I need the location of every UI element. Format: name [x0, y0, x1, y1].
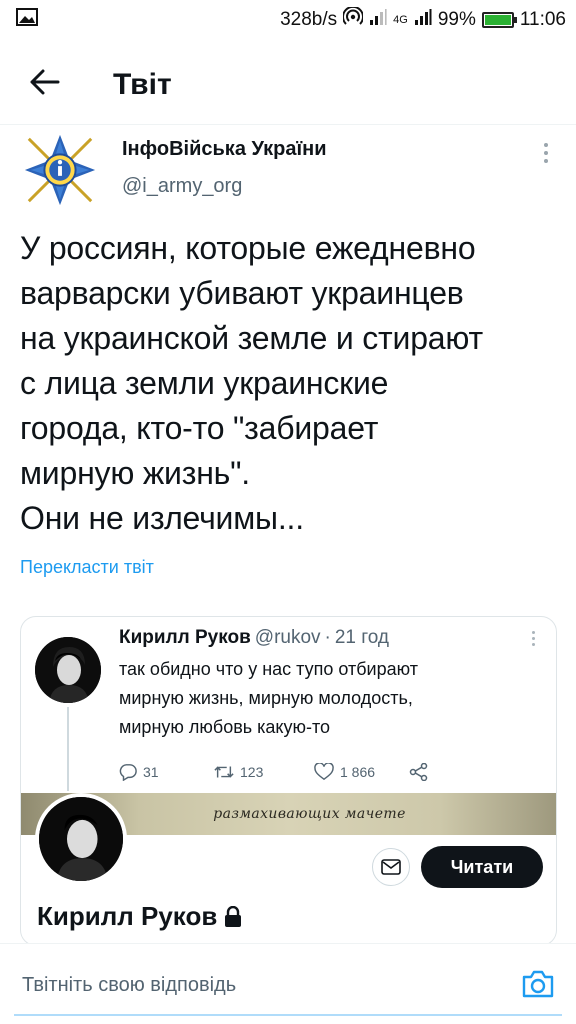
- battery-percent: 99%: [437, 9, 476, 30]
- profile-name: Кирилл Руков: [37, 901, 243, 932]
- author-handle: @i_army_org: [122, 175, 243, 197]
- camera-button[interactable]: [518, 964, 558, 1004]
- page-title: Твіт: [113, 67, 172, 101]
- quoted-tweet-text: так обидно что у нас тупо отбирают мирну…: [119, 659, 418, 737]
- banner-text: размахивающих мачете: [213, 806, 406, 822]
- share-icon: [409, 763, 428, 781]
- quoted-tweet-time: 21 год: [334, 627, 390, 648]
- retweet-count: 123: [240, 764, 264, 780]
- back-button[interactable]: [13, 53, 77, 117]
- author-avatar[interactable]: [20, 130, 100, 210]
- thread-connector: [67, 707, 69, 791]
- read-button[interactable]: Читати: [421, 846, 543, 888]
- share-button[interactable]: [409, 763, 429, 781]
- retweet-icon: [214, 766, 234, 778]
- network-speed: 328b/s: [280, 9, 338, 30]
- reply-count: 31: [143, 764, 159, 780]
- gallery-icon: [16, 7, 38, 33]
- more-dot-icon: [544, 143, 548, 147]
- more-options-button[interactable]: [536, 138, 556, 168]
- heart-icon: [314, 763, 334, 781]
- army-emblem-icon: [24, 134, 96, 206]
- message-button[interactable]: [372, 848, 410, 886]
- quoted-tweet-body: Кирилл Руков @rukov · 21 год так обидно …: [119, 627, 539, 742]
- status-bar: 328b/s 4G 99% 11:06: [0, 0, 576, 40]
- author-info[interactable]: ІнфоВійська України @i_army_org: [122, 130, 327, 198]
- signal-strong-icon: [414, 8, 432, 32]
- quoted-more-options-button[interactable]: [528, 631, 538, 651]
- reply-input-underline: [14, 1014, 562, 1016]
- clock: 11:06: [519, 9, 566, 30]
- envelope-icon: [381, 859, 401, 875]
- quoted-author-avatar[interactable]: [35, 637, 101, 703]
- quoted-author-handle[interactable]: @rukov: [255, 627, 321, 649]
- author-name: ІнфоВійська України: [122, 138, 327, 160]
- quoted-tweet-header: Кирилл Руков @rukov · 21 год: [119, 627, 539, 649]
- lock-icon: [225, 905, 242, 927]
- profile-avatar[interactable]: [35, 793, 127, 885]
- reply-input[interactable]: Твітніть свою відповідь: [22, 974, 236, 997]
- profile-name-text: Кирилл Руков: [37, 901, 218, 931]
- more-dot-icon: [531, 631, 535, 634]
- battery-icon: [481, 12, 517, 28]
- more-dot-icon: [531, 637, 535, 640]
- tweet-author-row: ІнфоВійська України @i_army_org: [20, 130, 560, 210]
- hotspot-icon: [342, 5, 365, 33]
- more-dot-icon: [531, 643, 535, 646]
- reply-button[interactable]: 31: [119, 763, 214, 781]
- reply-icon: [119, 764, 137, 781]
- camera-icon: [522, 970, 554, 998]
- like-count: 1 866: [340, 764, 376, 780]
- retweet-button[interactable]: 123: [214, 763, 314, 781]
- reply-bar: Твітніть свою відповідь: [0, 943, 576, 1024]
- more-dot-icon: [544, 159, 548, 163]
- quoted-tweet-actions: 31 123 1 866: [119, 757, 479, 787]
- main-tweet: ІнфоВійська України @i_army_org У россия…: [20, 130, 560, 578]
- quoted-author-name[interactable]: Кирилл Руков: [119, 627, 251, 649]
- translate-tweet-link[interactable]: Перекласти твіт: [20, 557, 560, 578]
- network-type: 4G: [393, 14, 408, 26]
- tweet-text: У россиян, которые ежедневно варварски у…: [20, 230, 483, 536]
- separator-dot: ·: [324, 627, 331, 648]
- arrow-left-icon: [30, 69, 60, 100]
- signal-icon: [369, 8, 387, 32]
- top-app-bar: Твіт: [0, 45, 576, 125]
- quoted-tweet-card[interactable]: Кирилл Руков @rukov · 21 год так обидно …: [20, 616, 557, 946]
- more-dot-icon: [544, 151, 548, 155]
- like-button[interactable]: 1 866: [314, 763, 409, 781]
